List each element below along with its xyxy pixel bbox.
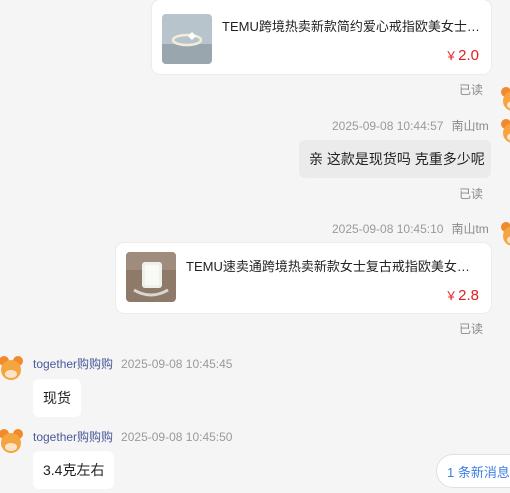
sender-nickname[interactable]: together购购购 xyxy=(33,357,113,371)
cartoon-mascot-avatar-icon xyxy=(501,87,510,111)
price-value: 2.8 xyxy=(458,287,479,304)
currency-symbol: ￥ xyxy=(445,49,458,63)
message-bubble[interactable]: 现货 xyxy=(33,379,81,417)
message-meta: 2025-09-08 10:45:10 南山tm xyxy=(332,220,489,237)
product-title[interactable]: TEMU速卖通跨境热卖新款女士复古戒指欧美女士订婚... xyxy=(186,256,482,275)
product-card-2[interactable]: TEMU速卖通跨境热卖新款女士复古戒指欧美女士订婚... ￥2.8 xyxy=(116,243,491,313)
product-price: ￥2.8 xyxy=(445,287,479,304)
read-status: 已读 xyxy=(459,83,484,97)
product-thumbnail xyxy=(162,14,212,64)
message-timestamp: 2025-09-08 10:45:45 xyxy=(121,357,233,371)
message-timestamp: 2025-09-08 10:45:50 xyxy=(121,430,233,444)
product-card-1[interactable]: TEMU跨境热卖新款简约爱心戒指欧美女士时尚... ￥2.0 xyxy=(152,0,491,74)
avatar xyxy=(0,355,24,381)
sender-nickname[interactable]: together购购购 xyxy=(33,430,113,444)
message-timestamp: 2025-09-08 10:45:10 xyxy=(332,222,444,236)
product-thumbnail xyxy=(126,252,176,302)
product-price: ￥2.0 xyxy=(445,47,479,64)
sender-name: 南山tm xyxy=(451,119,489,133)
avatar xyxy=(500,118,510,144)
avatar xyxy=(500,221,510,247)
message-meta: 2025-09-08 10:44:57 南山tm xyxy=(332,117,489,134)
avatar xyxy=(0,428,24,454)
avatar xyxy=(500,86,510,112)
new-messages-button[interactable]: 1 条新消息 xyxy=(436,454,510,488)
price-value: 2.0 xyxy=(458,47,479,64)
message-timestamp: 2025-09-08 10:44:57 xyxy=(332,119,444,133)
message-bubble[interactable]: 3.4克左右 xyxy=(33,451,115,489)
message-meta: together购购购 2025-09-08 10:45:50 xyxy=(33,428,232,445)
product-title[interactable]: TEMU跨境热卖新款简约爱心戒指欧美女士时尚... xyxy=(222,16,484,35)
read-status: 已读 xyxy=(459,187,484,201)
message-meta: together购购购 2025-09-08 10:45:45 xyxy=(33,355,232,372)
message-bubble[interactable]: 亲 这款是现货吗 克重多少呢 xyxy=(299,140,491,178)
read-status: 已读 xyxy=(459,322,484,336)
currency-symbol: ￥ xyxy=(445,289,458,303)
sender-name: 南山tm xyxy=(451,222,489,236)
